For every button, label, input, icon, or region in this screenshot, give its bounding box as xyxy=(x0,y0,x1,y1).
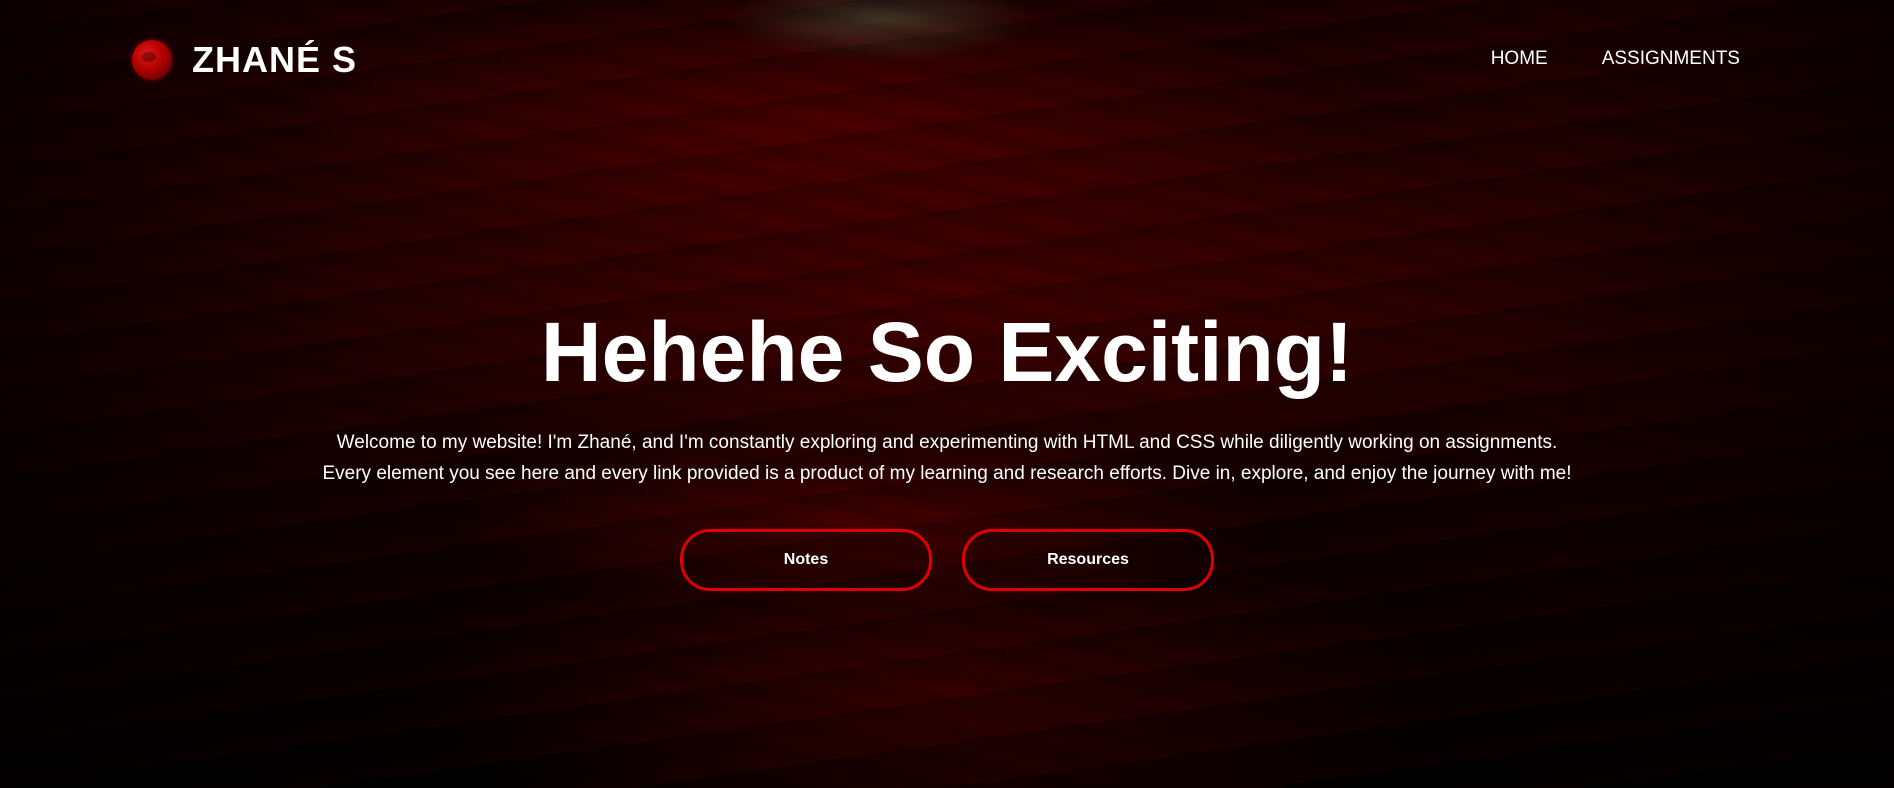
intro-line-1: Welcome to my website! I'm Zhané, and I'… xyxy=(336,432,1558,453)
hero-title: Hehehe So Exciting! xyxy=(540,305,1354,399)
nav-link-assignments[interactable]: ASSIGNMENTS xyxy=(1602,48,1740,70)
brand[interactable]: ZHANÉ S xyxy=(132,38,357,82)
brand-name: ZHANÉ S xyxy=(192,39,358,80)
hero-buttons: Notes Resources xyxy=(0,529,1894,591)
resources-button[interactable]: Resources xyxy=(962,529,1214,591)
nav-links: HOME ASSIGNMENTS xyxy=(1437,48,1740,70)
hero-section: ZHANÉ S HOME ASSIGNMENTS Hehehe So Excit… xyxy=(0,0,1894,788)
blood-moon-icon xyxy=(132,40,172,80)
intro-text: Welcome to my website! I'm Zhané, and I'… xyxy=(297,427,1597,489)
nav-link-home[interactable]: HOME xyxy=(1491,48,1548,70)
hero-content: Hehehe So Exciting! Welcome to my websit… xyxy=(0,300,1894,591)
notes-button[interactable]: Notes xyxy=(680,529,932,591)
navbar: ZHANÉ S HOME ASSIGNMENTS xyxy=(0,0,1894,120)
intro-line-2: Every element you see here and every lin… xyxy=(322,463,1572,484)
